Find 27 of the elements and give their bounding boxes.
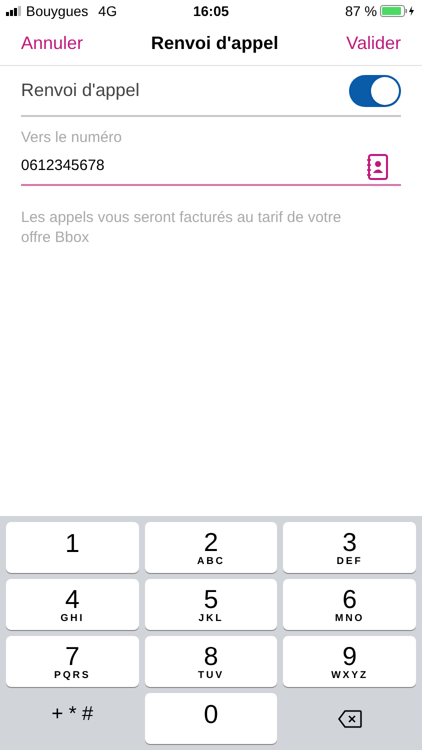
battery-percentage: 87 % [345, 2, 377, 20]
keypad-key[interactable]: 4 GHI [6, 579, 139, 630]
keypad-key[interactable]: 7 PQRS [6, 636, 139, 687]
forward-toggle[interactable] [349, 74, 401, 106]
battery-charging-icon [380, 5, 416, 17]
carrier-name: Bouygues [26, 2, 88, 21]
keypad-key[interactable]: 2 ABC [144, 522, 278, 573]
keypad-key[interactable]: 0 [144, 693, 278, 744]
status-time: 16:05 [193, 2, 229, 20]
symbols-key[interactable]: + * # [6, 693, 139, 744]
billing-note: Les appels vous seront facturés au tarif de votre offre Bbox [21, 208, 342, 248]
screen-title: Renvoi d'appel [151, 32, 278, 55]
phone-number-field[interactable]: 0612345678 [21, 150, 401, 186]
backspace-icon [338, 710, 362, 728]
keypad-key[interactable]: 1 [6, 522, 139, 573]
field-label: Vers le numéro [21, 128, 123, 148]
cancel-button[interactable]: Annuler [21, 30, 84, 57]
keypad-key[interactable]: 5 JKL [144, 579, 278, 630]
validate-button[interactable]: Valider [346, 30, 401, 57]
keypad-key[interactable]: 8 TUV [144, 636, 278, 687]
keypad-key[interactable]: 3 DEF [283, 522, 416, 573]
keypad-key[interactable]: 6 MNO [283, 579, 416, 630]
toggle-label: Renvoi d'appel [21, 79, 140, 102]
keypad-key[interactable]: 9 WXYZ [283, 636, 416, 687]
network-type: 4G [98, 2, 117, 20]
signal-icon [6, 6, 23, 16]
contact-book-icon[interactable] [366, 154, 388, 180]
